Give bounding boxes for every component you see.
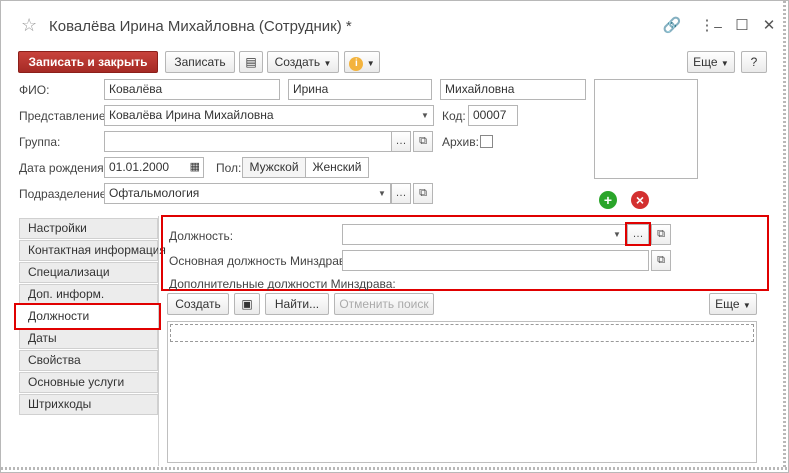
photo-box[interactable] (594, 79, 698, 179)
create-label: Создать (274, 55, 321, 69)
save-button[interactable]: Записать (165, 51, 235, 73)
birthdate-field[interactable]: 01.01.2000 ▦ (104, 157, 204, 178)
fio-label: ФИО: (19, 83, 50, 97)
more-button[interactable]: Еще ▼ (687, 51, 735, 73)
copy-row-icon[interactable]: ▣ (234, 293, 260, 315)
employee-form-window: ☆ Ковалёва Ирина Михайловна (Сотрудник) … (0, 0, 789, 473)
position-open-icon[interactable]: ⧉ (651, 224, 671, 245)
archive-label: Архив: (442, 135, 479, 149)
birthdate-value: 01.01.2000 (109, 160, 170, 174)
remove-photo-icon[interactable]: × (631, 191, 649, 209)
maximize-icon[interactable]: ☐ (731, 15, 753, 37)
tab-additional-info[interactable]: Доп. информ. (19, 284, 158, 305)
gender-female-option[interactable]: Женский (305, 158, 368, 177)
tab-barcodes[interactable]: Штрихкоды (19, 394, 158, 415)
chevron-down-icon[interactable]: ▼ (419, 109, 431, 123)
title-bar: ☆ Ковалёва Ирина Михайловна (Сотрудник) … (1, 1, 788, 45)
link-icon[interactable]: 🔗 (661, 15, 683, 37)
additional-positions-label: Дополнительные должности Минздрава: (169, 277, 396, 291)
chevron-down-icon: ▼ (366, 59, 375, 68)
table-row[interactable] (170, 324, 754, 342)
position-label: Должность: (169, 229, 234, 243)
group-open-icon[interactable]: ⧉ (413, 131, 433, 152)
representation-value: Ковалёва Ирина Михайловна (109, 108, 274, 122)
department-open-icon[interactable]: ⧉ (413, 183, 433, 204)
create-dropdown-button[interactable]: Создать ▼ (267, 51, 339, 73)
chevron-down-icon: ▼ (742, 301, 751, 310)
gender-male-option[interactable]: Мужской (243, 158, 305, 177)
group-field[interactable] (104, 131, 392, 152)
department-value: Офтальмология (109, 186, 200, 200)
table-create-button[interactable]: Создать (167, 293, 229, 315)
chevron-down-icon: ▼ (720, 59, 729, 68)
positions-table[interactable] (167, 321, 757, 463)
main-position-field[interactable] (342, 250, 649, 271)
position-field[interactable]: ▼ (342, 224, 626, 245)
chevron-down-icon[interactable]: ▼ (376, 187, 388, 201)
add-photo-icon[interactable]: + (599, 191, 617, 209)
code-field[interactable]: 00007 (468, 105, 518, 126)
department-label: Подразделение: (19, 187, 110, 201)
gender-radio-group: Мужской Женский (242, 157, 369, 178)
gender-label: Пол: (216, 161, 242, 175)
highlight-positions-tab (14, 303, 161, 330)
window-title: Ковалёва Ирина Михайловна (Сотрудник) * (49, 18, 352, 35)
representation-label: Представление: (19, 109, 109, 123)
tab-specializations[interactable]: Специализаци (19, 262, 158, 283)
group-select-button[interactable]: … (391, 131, 411, 152)
find-button[interactable]: Найти... (265, 293, 329, 315)
department-field[interactable]: Офтальмология ▼ (104, 183, 391, 204)
help-button[interactable]: ? (741, 51, 767, 73)
tab-dates[interactable]: Даты (19, 328, 158, 349)
last-name-field[interactable]: Ковалёва (104, 79, 280, 100)
tab-settings[interactable]: Настройки (19, 218, 158, 239)
chevron-down-icon: ▼ (323, 59, 332, 68)
info-icon: i (349, 57, 364, 71)
calendar-icon[interactable]: ▦ (190, 158, 200, 177)
middle-name-field[interactable]: Михайловна (440, 79, 586, 100)
close-icon[interactable]: ✕ (758, 15, 780, 37)
tab-main-services[interactable]: Основные услуги (19, 372, 158, 393)
table-more-label: Еще (715, 297, 740, 311)
birthdate-label: Дата рождения: (19, 161, 107, 175)
main-position-label: Основная должность Минздрава: (169, 254, 356, 268)
document-icon[interactable]: ▤ (239, 51, 263, 73)
bottom-resize-grip[interactable] (1, 467, 788, 470)
table-more-button[interactable]: Еще ▼ (709, 293, 757, 315)
representation-field[interactable]: Ковалёва Ирина Михайловна ▼ (104, 105, 434, 126)
info-dropdown-button[interactable]: i ▼ (344, 51, 380, 73)
main-position-open-icon[interactable]: ⧉ (651, 250, 671, 271)
tab-properties[interactable]: Свойства (19, 350, 158, 371)
highlight-select-button (625, 222, 651, 246)
department-select-button[interactable]: … (391, 183, 411, 204)
tab-contact-info[interactable]: Контактная информация (19, 240, 166, 261)
archive-checkbox[interactable] (480, 135, 493, 148)
first-name-field[interactable]: Ирина (288, 79, 432, 100)
cancel-search-button[interactable]: Отменить поиск (334, 293, 434, 315)
code-label: Код: (442, 109, 466, 123)
group-label: Группа: (19, 135, 61, 149)
save-and-close-button[interactable]: Записать и закрыть (18, 51, 158, 73)
tab-divider (158, 216, 159, 466)
right-resize-grip[interactable] (783, 1, 786, 467)
more-label: Еще (693, 55, 718, 69)
minimize-icon[interactable]: – (707, 15, 729, 37)
star-icon[interactable]: ☆ (21, 16, 37, 34)
chevron-down-icon[interactable]: ▼ (611, 228, 623, 242)
